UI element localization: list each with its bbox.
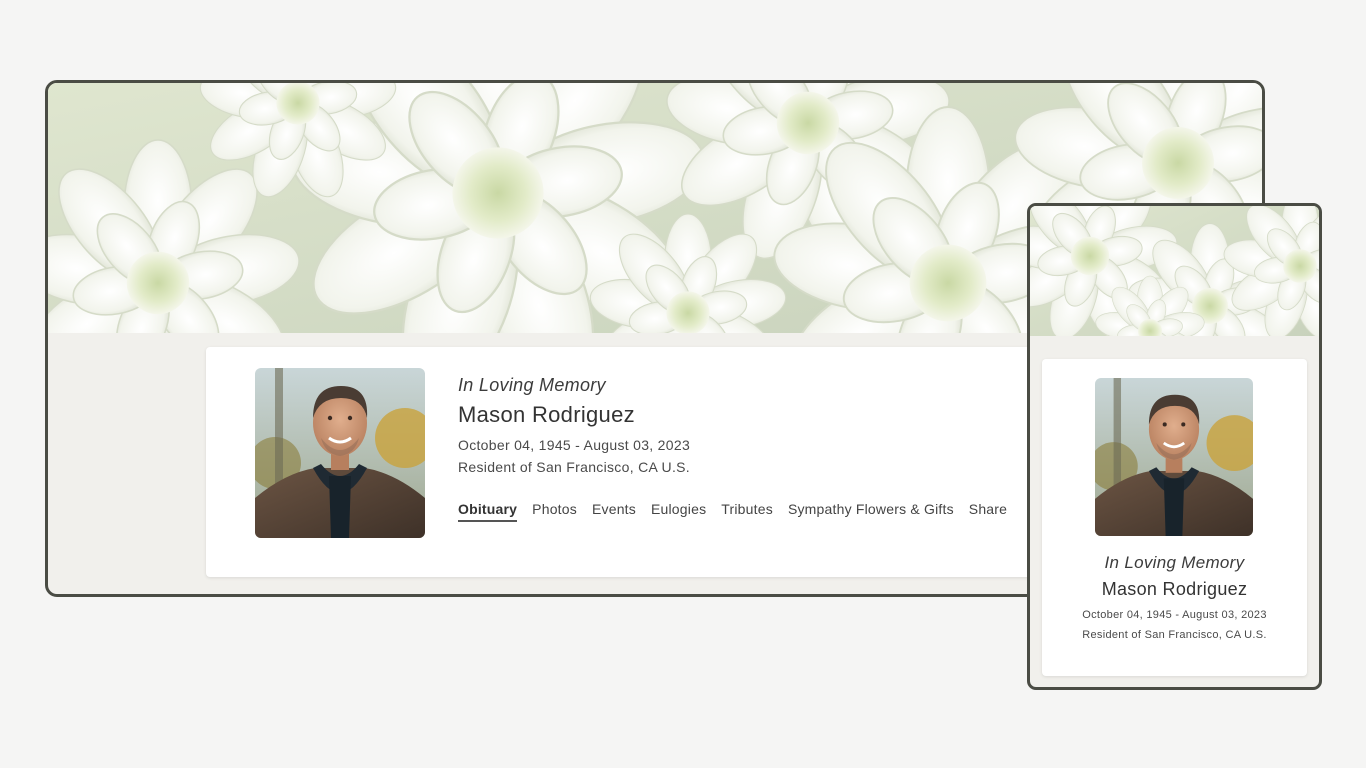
residence: Resident of San Francisco, CA U.S. xyxy=(1082,629,1267,641)
tab-obituary[interactable]: Obituary xyxy=(458,501,518,522)
memorial-info: In Loving Memory Mason Rodriguez October… xyxy=(1042,552,1307,644)
life-dates: October 04, 1945 - August 03, 2023 xyxy=(458,437,691,453)
mobile-preview: In Loving Memory Mason Rodriguez October… xyxy=(1027,203,1322,690)
portrait-photo xyxy=(255,368,425,538)
residence: Resident of San Francisco, CA U.S. xyxy=(458,459,690,475)
tagline: In Loving Memory xyxy=(458,375,606,395)
tab-events[interactable]: Events xyxy=(592,501,636,522)
tab-sympathy-flowers-gifts[interactable]: Sympathy Flowers & Gifts xyxy=(788,501,954,522)
deceased-name: Mason Rodriguez xyxy=(458,402,635,427)
tab-photos[interactable]: Photos xyxy=(532,501,577,522)
portrait-photo xyxy=(1095,378,1253,536)
memorial-info: In Loving Memory Mason Rodriguez October… xyxy=(458,373,690,477)
memorial-card: In Loving Memory Mason Rodriguez October… xyxy=(1042,359,1307,676)
life-dates: October 04, 1945 - August 03, 2023 xyxy=(1082,609,1267,621)
tab-eulogies[interactable]: Eulogies xyxy=(651,501,706,522)
tab-share[interactable]: Share xyxy=(969,501,1007,522)
memorial-nav-tabs: Obituary Photos Events Eulogies Tributes… xyxy=(458,501,1007,522)
tab-tributes[interactable]: Tributes xyxy=(721,501,773,522)
floral-banner-image xyxy=(1030,206,1319,336)
tagline: In Loving Memory xyxy=(1104,553,1245,572)
deceased-name: Mason Rodriguez xyxy=(1101,579,1248,599)
